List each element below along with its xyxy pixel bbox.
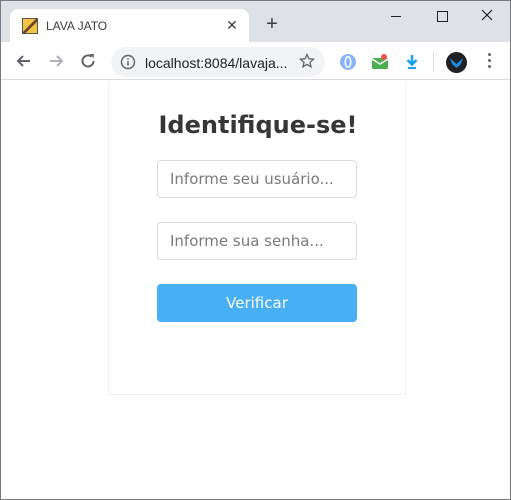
username-input[interactable] bbox=[157, 160, 357, 198]
tab-strip: LAVA JATO ✕ + bbox=[1, 1, 510, 42]
toolbar-separator bbox=[433, 52, 434, 72]
arrow-right-icon bbox=[50, 55, 64, 67]
login-card: Identifique-se! Verificar bbox=[108, 81, 406, 395]
opera-extension-icon[interactable] bbox=[339, 53, 357, 71]
browser-window: LAVA JATO ✕ + localhost:8084/lavaja... I… bbox=[0, 0, 511, 500]
reload-button[interactable] bbox=[78, 51, 98, 71]
url-text: localhost:8084/lavaja... bbox=[145, 55, 288, 71]
reload-icon bbox=[81, 54, 95, 68]
tab-title: LAVA JATO bbox=[46, 19, 108, 33]
login-heading: Identifique-se! bbox=[158, 111, 358, 139]
window-close-button[interactable] bbox=[464, 1, 510, 31]
maximize-button[interactable] bbox=[419, 1, 465, 31]
mail-extension-icon[interactable] bbox=[371, 53, 389, 71]
password-input[interactable] bbox=[157, 222, 357, 260]
download-extension-icon[interactable] bbox=[403, 53, 421, 71]
verify-button[interactable]: Verificar bbox=[157, 284, 357, 322]
minimize-button[interactable] bbox=[373, 1, 419, 31]
profile-avatar-icon[interactable] bbox=[446, 52, 467, 73]
tab-close-icon[interactable]: ✕ bbox=[223, 16, 241, 34]
forward-button[interactable] bbox=[46, 51, 66, 71]
back-button[interactable] bbox=[14, 51, 34, 71]
close-icon bbox=[481, 9, 493, 21]
bookmark-star-icon[interactable] bbox=[298, 52, 316, 69]
arrow-left-icon bbox=[16, 55, 30, 67]
info-icon[interactable] bbox=[120, 54, 136, 70]
address-bar[interactable]: localhost:8084/lavaja... bbox=[111, 47, 325, 77]
kebab-menu-icon[interactable] bbox=[485, 53, 493, 71]
page-content: Identifique-se! Verificar bbox=[1, 81, 510, 499]
browser-toolbar: localhost:8084/lavaja... bbox=[1, 42, 510, 80]
tab-lava-jato[interactable]: LAVA JATO ✕ bbox=[10, 9, 249, 42]
new-tab-button[interactable]: + bbox=[261, 14, 283, 36]
favicon-icon bbox=[22, 18, 38, 34]
